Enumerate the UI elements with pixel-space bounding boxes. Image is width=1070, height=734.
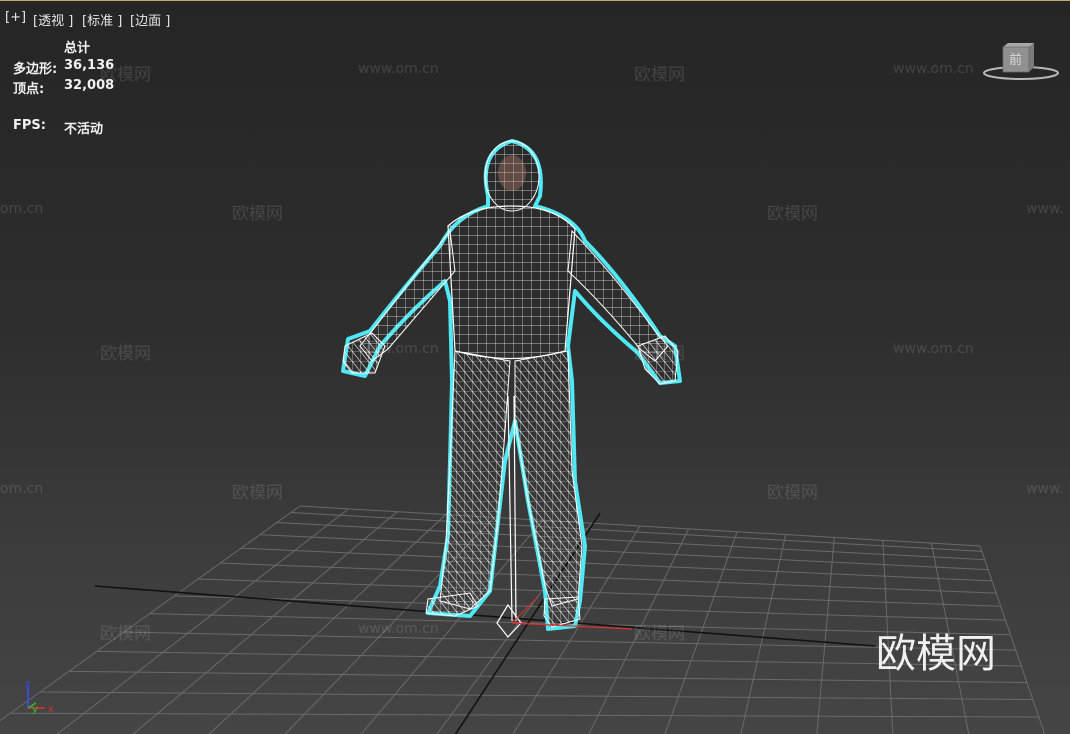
- viewport-plus-menu[interactable]: [+]: [5, 10, 26, 25]
- watermark-url: om.cn: [0, 481, 44, 497]
- watermark-logo-large: 欧模网: [876, 631, 996, 677]
- polys-value: 36,136: [64, 58, 115, 73]
- viewcube-side-face[interactable]: [1029, 43, 1034, 72]
- viewport-view-menu[interactable]: [透视 ]: [33, 10, 73, 29]
- watermark-brand: 欧模网: [634, 65, 685, 85]
- tripod-x-label: x: [48, 704, 54, 715]
- watermark-url: www.om.cn: [893, 61, 974, 77]
- watermark-brand: 欧模网: [767, 483, 818, 503]
- watermark-brand: 欧模网: [232, 204, 283, 224]
- watermark-url: www.om.cn: [358, 61, 439, 77]
- watermark-brand: 欧模网: [767, 204, 818, 224]
- watermark-url: www.: [1026, 481, 1064, 497]
- watermark-url: om.cn: [0, 201, 44, 217]
- polys-label: 多边形:: [13, 62, 58, 77]
- face-shading: [498, 155, 526, 191]
- torso-mesh: [447, 205, 576, 360]
- watermark-brand: 欧模网: [634, 344, 685, 364]
- tripod-y-label: y: [32, 704, 38, 715]
- watermark-brand: 欧模网: [232, 483, 283, 503]
- viewcube-front-label: 前: [1009, 52, 1022, 68]
- perspective-viewport[interactable]: z y x 欧模网 www.om.cn 欧模网 www.om.cn om.cn …: [0, 0, 1070, 734]
- viewcube-top-face[interactable]: [1003, 43, 1034, 47]
- fps-label: FPS:: [13, 118, 46, 133]
- pivot-diamond: [496, 603, 522, 638]
- watermark-url: www.om.cn: [358, 621, 439, 637]
- viewport-display-mode-menu[interactable]: [边面 ]: [130, 10, 170, 29]
- viewcube[interactable]: 前: [982, 41, 1060, 85]
- home-grid: [0, 505, 1046, 734]
- viewport-shading-menu[interactable]: [标准 ]: [82, 10, 122, 29]
- verts-value: 32,008: [64, 78, 115, 93]
- stats-header: 总计: [64, 41, 91, 56]
- watermark-brand: 欧模网: [100, 624, 151, 644]
- watermark-url: www.om.cn: [893, 341, 974, 357]
- watermark-url: www.: [1026, 201, 1064, 217]
- verts-label: 顶点:: [13, 82, 45, 97]
- fps-value: 不活动: [64, 122, 104, 137]
- tripod-z-label: z: [25, 679, 30, 690]
- watermark-brand: 欧模网: [634, 624, 685, 644]
- watermark-brand: 欧模网: [100, 344, 151, 364]
- watermark-url: www.om.cn: [358, 341, 439, 357]
- axis-tripod: z y x: [25, 679, 54, 715]
